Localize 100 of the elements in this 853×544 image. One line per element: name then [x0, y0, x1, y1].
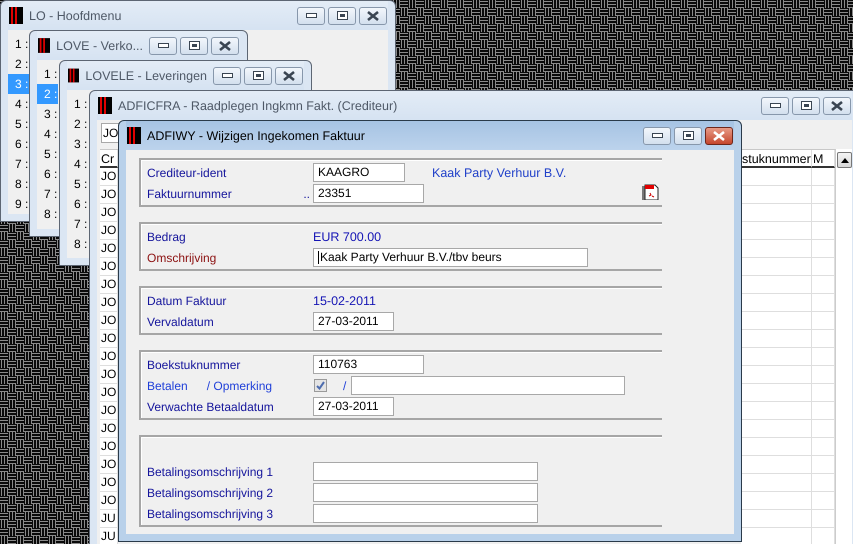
minimize-icon	[222, 73, 232, 78]
table-cell: JO	[100, 186, 118, 204]
maximize-button[interactable]	[180, 36, 208, 54]
document-icon[interactable]	[642, 184, 659, 200]
table-cell: JO	[100, 168, 118, 186]
text-field[interactable]: 23351	[313, 184, 424, 203]
menu-item[interactable]: 1 :	[8, 34, 29, 54]
text-field[interactable]: Kaak Party Verhuur B.V./tbv beurs	[313, 248, 588, 267]
menu-item[interactable]: 9 :	[8, 194, 29, 214]
table-cell	[741, 276, 812, 294]
window-title: ADFIWY - Wijzigen Ingekomen Faktuur	[147, 128, 366, 142]
table-cell: JO	[100, 330, 118, 348]
minimize-button[interactable]	[643, 126, 671, 144]
table-cell	[741, 366, 812, 384]
text-field[interactable]: 110763	[313, 355, 424, 374]
table-cell	[741, 528, 812, 544]
menu-item[interactable]: 4 :	[8, 94, 29, 114]
minimize-button[interactable]	[213, 66, 241, 84]
menu-item[interactable]: 8 :	[67, 234, 88, 254]
checkbox[interactable]	[314, 379, 327, 392]
maximize-button[interactable]	[244, 66, 272, 84]
text-field[interactable]: 27-03-2011	[313, 312, 394, 331]
close-button[interactable]	[823, 96, 851, 114]
text-field[interactable]	[313, 504, 538, 523]
table-cell: JO	[100, 492, 118, 510]
maximize-button[interactable]	[328, 6, 356, 24]
menu-item[interactable]: 3 :	[67, 134, 88, 154]
minimize-icon	[306, 13, 316, 18]
menu-item[interactable]: 2 :	[8, 54, 29, 74]
menu-item[interactable]: 8 :	[37, 204, 58, 224]
menu-item[interactable]: 7 :	[67, 214, 88, 234]
text-cursor	[318, 251, 319, 264]
table-cell	[741, 186, 812, 204]
table-cell	[741, 312, 812, 330]
maximize-button[interactable]	[792, 96, 820, 114]
menu-item[interactable]: 8 :	[8, 174, 29, 194]
field-label: Betalingsomschrijving 3	[147, 506, 274, 520]
minimize-icon	[770, 103, 780, 108]
table-cell: JO	[100, 258, 118, 276]
close-button[interactable]	[359, 6, 387, 24]
table-cell	[741, 438, 812, 456]
bars-icon	[127, 127, 141, 144]
text-field[interactable]	[313, 462, 538, 481]
menu-item[interactable]: 4 :	[37, 124, 58, 144]
table-cell	[741, 294, 812, 312]
close-button[interactable]	[275, 66, 303, 84]
filter-field[interactable]: JO	[101, 123, 120, 143]
table-cell: JO	[100, 240, 118, 258]
field-label: Crediteur-ident	[147, 166, 226, 180]
scroll-up-button[interactable]	[837, 152, 852, 168]
text-field[interactable]	[351, 376, 626, 395]
text-field[interactable]: 27-03-2011	[313, 397, 394, 416]
menu-item[interactable]: 5 :	[37, 144, 58, 164]
field-label: Faktuurnummer	[147, 186, 232, 200]
column-header: Cr	[100, 150, 118, 168]
text-field[interactable]: KAAGRO	[313, 163, 405, 182]
menu-item[interactable]: 1 :	[67, 94, 88, 114]
menu-item[interactable]: 2 :	[67, 114, 88, 134]
menu-item[interactable]: 4 :	[67, 154, 88, 174]
menu-item[interactable]: 6 :	[37, 164, 58, 184]
close-icon	[283, 70, 295, 80]
menu-item[interactable]: 5 :	[8, 114, 29, 134]
field-label: Verwachte Betaaldatum	[147, 400, 274, 414]
table-cell	[741, 402, 812, 420]
text-field[interactable]	[313, 483, 538, 502]
table-cell	[741, 420, 812, 438]
table-cell: JO	[100, 456, 118, 474]
leader-dots: ..	[303, 186, 310, 200]
menu-item[interactable]: 5 :	[67, 174, 88, 194]
menu-item[interactable]: 7 :	[8, 154, 29, 174]
menu-item[interactable]: 6 :	[67, 194, 88, 214]
field-label: Omschrijving	[147, 250, 216, 264]
minimize-button[interactable]	[149, 36, 177, 54]
minimize-button[interactable]	[761, 96, 789, 114]
table-cell	[741, 168, 812, 186]
maximize-icon	[252, 71, 264, 80]
table-cell	[741, 204, 812, 222]
close-button[interactable]	[705, 126, 733, 144]
table-cell: JO	[100, 384, 118, 402]
maximize-icon	[682, 131, 694, 140]
close-button[interactable]	[211, 36, 239, 54]
table-cell: JO	[100, 222, 118, 240]
field-label: Betalen	[147, 378, 188, 392]
maximize-button[interactable]	[674, 126, 702, 144]
table-cell	[741, 510, 812, 528]
field-label: Betalingsomschrijving 1	[147, 464, 274, 478]
menu-item[interactable]: 3 :	[37, 104, 58, 124]
column-header: M	[812, 150, 835, 168]
table-cell	[741, 474, 812, 492]
field-label: Datum Faktuur	[147, 294, 226, 308]
menu-item[interactable]: 7 :	[37, 184, 58, 204]
field-value: EUR 700.00	[313, 230, 382, 244]
creditor-name: Kaak Party Verhuur B.V.	[432, 166, 566, 180]
bars-icon	[9, 7, 23, 24]
minimize-button[interactable]	[297, 6, 325, 24]
column-header: stuknummer	[741, 150, 812, 168]
table-cell: JU	[100, 528, 118, 544]
menu-item[interactable]: 1 :	[37, 64, 58, 84]
table-cell	[741, 222, 812, 240]
menu-item[interactable]: 6 :	[8, 134, 29, 154]
